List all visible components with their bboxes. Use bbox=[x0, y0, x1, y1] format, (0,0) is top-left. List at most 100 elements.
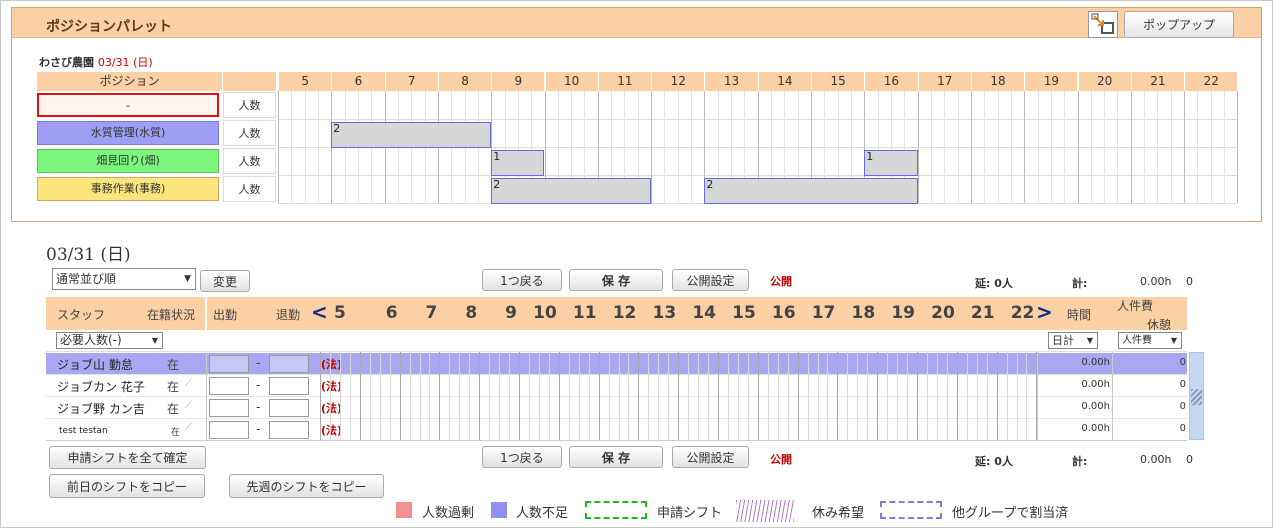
grid-cell-line bbox=[638, 352, 640, 440]
end-time-input[interactable] bbox=[269, 355, 309, 373]
end-time-input[interactable] bbox=[269, 421, 309, 439]
start-column-header: 出勤 bbox=[213, 308, 238, 322]
grid-cell-line bbox=[688, 352, 690, 440]
required-row bbox=[46, 330, 1187, 352]
palette-hour-22: 22 bbox=[1184, 72, 1238, 91]
palette-hour-15: 15 bbox=[811, 72, 865, 91]
staff-name[interactable]: ジョブ野 カン吉 bbox=[57, 400, 145, 417]
publish-settings-button[interactable]: 公開設定 bbox=[672, 269, 749, 291]
grid-cell-line bbox=[509, 352, 511, 440]
grid-hour-5: 5 bbox=[334, 303, 346, 323]
next-hours-arrow[interactable]: > bbox=[1036, 300, 1053, 324]
signal-icon: ⟋ bbox=[185, 422, 192, 433]
grid-cell-line bbox=[897, 352, 899, 440]
position-chip[interactable]: - bbox=[37, 93, 219, 117]
publish-settings-button-bottom[interactable]: 公開設定 bbox=[672, 446, 749, 468]
position-chip[interactable]: 水質管理(水質) bbox=[37, 121, 219, 145]
undo-button[interactable]: 1つ戻る bbox=[482, 269, 562, 291]
signal-icon: ⟋ bbox=[185, 378, 192, 389]
palette-grid-line bbox=[317, 91, 319, 203]
position-chip[interactable]: 畑見回り(畑) bbox=[37, 149, 219, 173]
daily-select-value: 日計 bbox=[1052, 333, 1074, 347]
grid-cell-line bbox=[837, 352, 839, 440]
headcount-label: 人数 bbox=[223, 176, 276, 202]
grid-cell-line bbox=[628, 352, 630, 440]
palette-hour-13: 13 bbox=[704, 72, 758, 91]
farm-date: 03/31 (日) bbox=[97, 56, 153, 69]
palette-grid-line bbox=[651, 91, 653, 203]
grid-hour-15: 15 bbox=[732, 303, 756, 323]
grid-cell-line bbox=[548, 352, 550, 440]
save-button-bottom[interactable]: 保 存 bbox=[569, 446, 663, 468]
staff-hours: 0.00h bbox=[1081, 423, 1110, 434]
start-time-input[interactable] bbox=[209, 377, 249, 395]
cost-column-header: 人件費 bbox=[1117, 299, 1154, 313]
grid-cell-line bbox=[877, 352, 879, 440]
position-header-blank bbox=[223, 72, 276, 91]
palette-hour-18: 18 bbox=[970, 72, 1025, 91]
legal-holiday-mark: (法) bbox=[321, 402, 343, 415]
palette-grid-line bbox=[1170, 91, 1172, 203]
grid-cell-line bbox=[469, 352, 471, 440]
save-button[interactable]: 保 存 bbox=[569, 269, 663, 291]
position-chip[interactable]: 事務作業(事務) bbox=[37, 177, 219, 201]
undo-button-bottom[interactable]: 1つ戻る bbox=[482, 446, 562, 468]
end-column-header: 退勤 bbox=[276, 308, 301, 322]
position-bar[interactable]: 2 bbox=[704, 178, 918, 204]
start-time-input[interactable] bbox=[209, 399, 249, 417]
staff-status: 在 bbox=[167, 380, 180, 394]
grid-cell-line bbox=[359, 352, 361, 440]
palette-grid-line bbox=[984, 91, 986, 203]
grid-cell-line bbox=[598, 352, 600, 440]
grid-hour-20: 20 bbox=[931, 303, 955, 323]
staff-name[interactable]: ジョブ山 勤怠 bbox=[57, 356, 133, 373]
grid-cell-line bbox=[479, 352, 481, 440]
vertical-scrollbar[interactable] bbox=[1189, 352, 1204, 440]
sort-select[interactable]: 通常並び順 ▼ bbox=[52, 268, 196, 290]
grid-cell-line bbox=[1006, 352, 1008, 440]
palette-grid-line bbox=[1104, 91, 1106, 203]
position-bar[interactable]: 2 bbox=[491, 178, 652, 204]
time-separator: - bbox=[256, 422, 261, 436]
copy-previous-week-button[interactable]: 先週のシフトをコピー bbox=[229, 474, 384, 498]
change-button[interactable]: 変更 bbox=[200, 270, 250, 292]
palette-grid-line bbox=[1117, 91, 1119, 203]
palette-grid-line bbox=[291, 91, 293, 203]
position-header: ポジション bbox=[37, 72, 222, 91]
palette-hour-12: 12 bbox=[651, 72, 705, 91]
popup-icon[interactable] bbox=[1088, 11, 1118, 38]
required-select[interactable]: 必要人数(-) ▼ bbox=[56, 332, 163, 349]
grid-cell-line bbox=[708, 352, 710, 440]
palette-hour-14: 14 bbox=[757, 72, 811, 91]
daily-select[interactable]: 日計 ▼ bbox=[1048, 332, 1098, 349]
time-separator: - bbox=[256, 356, 261, 370]
palette-grid-line bbox=[1224, 91, 1226, 203]
grid-cell-line bbox=[727, 352, 729, 440]
grid-cell-line bbox=[409, 352, 411, 440]
legend-swatch-rest bbox=[736, 500, 794, 522]
grid-cell-line bbox=[827, 352, 829, 440]
start-time-input[interactable] bbox=[209, 355, 249, 373]
staff-name[interactable]: test testan bbox=[59, 426, 108, 436]
start-time-input[interactable] bbox=[209, 421, 249, 439]
grid-cell-line bbox=[1016, 352, 1018, 440]
palette-grid-line bbox=[677, 91, 679, 203]
end-time-input[interactable] bbox=[269, 377, 309, 395]
legend-label: 他グループで割当済 bbox=[952, 506, 1069, 521]
staff-name[interactable]: ジョブカン 花子 bbox=[57, 378, 145, 395]
copy-previous-day-button[interactable]: 前日のシフトをコピー bbox=[49, 474, 205, 498]
signal-icon: ⟋ bbox=[185, 400, 192, 411]
position-bar[interactable]: 2 bbox=[331, 122, 492, 148]
grid-cell-line bbox=[757, 352, 759, 440]
grid-hour-16: 16 bbox=[771, 303, 796, 323]
position-bar[interactable]: 1 bbox=[491, 150, 545, 176]
palette-grid-line bbox=[970, 91, 972, 203]
cost-select[interactable]: 人件費 ▼ bbox=[1118, 332, 1182, 349]
headcount-label: 人数 bbox=[223, 148, 276, 174]
scrollbar-thumb[interactable] bbox=[1191, 389, 1202, 405]
palette-grid-line bbox=[930, 91, 932, 203]
confirm-all-requests-button[interactable]: 申請シフトを全て確定 bbox=[49, 446, 206, 469]
end-time-input[interactable] bbox=[269, 399, 309, 417]
popup-button[interactable]: ポップアップ bbox=[1124, 11, 1234, 38]
position-bar[interactable]: 1 bbox=[864, 150, 918, 176]
